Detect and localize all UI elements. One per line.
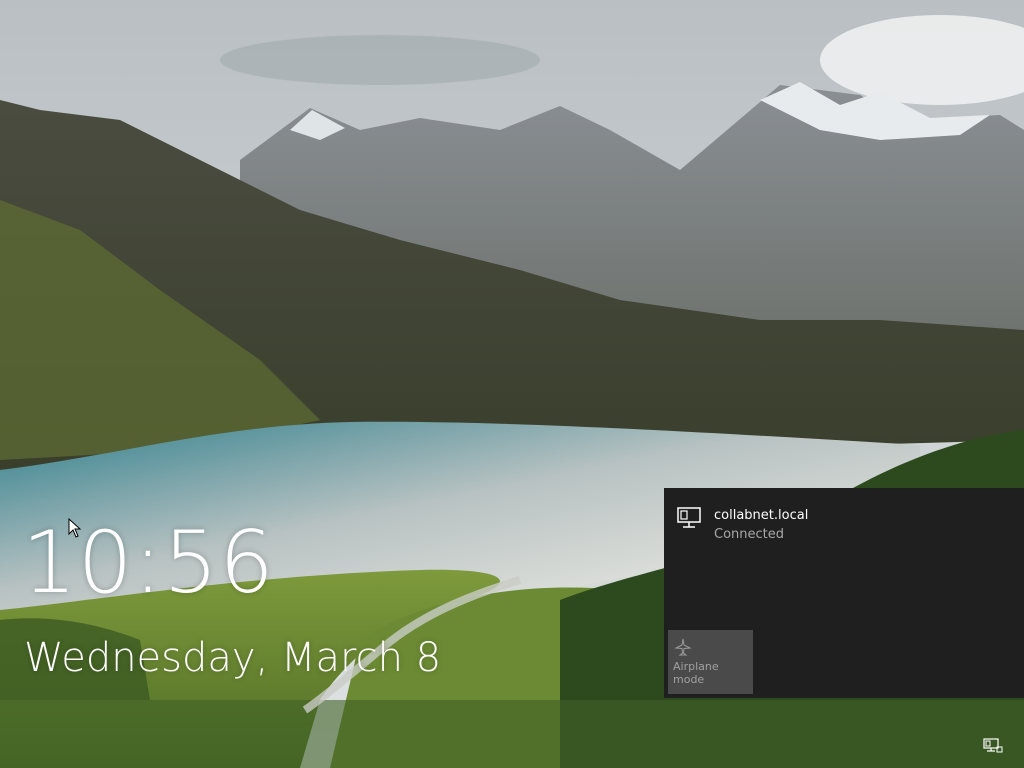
lock-screen-time: 10:56 (22, 513, 275, 613)
network-status: Connected (714, 527, 785, 542)
network-connection-item[interactable]: collabnet.local Connected (664, 488, 1024, 554)
lock-screen: 10:56 Wednesday, March 8 collabnet.local… (0, 0, 1024, 768)
network-flyout: collabnet.local Connected Airplane mode (664, 488, 1024, 698)
lock-screen-date: Wednesday, March 8 (24, 635, 442, 681)
airplane-mode-label: Airplane mode (673, 660, 719, 686)
airplane-icon (674, 638, 692, 656)
network-name: collabnet.local (714, 508, 809, 523)
airplane-mode-toggle[interactable]: Airplane mode (668, 630, 753, 694)
wired-network-icon (677, 507, 701, 528)
network-status-icon[interactable] (983, 738, 1003, 754)
mouse-cursor-icon (68, 518, 82, 538)
